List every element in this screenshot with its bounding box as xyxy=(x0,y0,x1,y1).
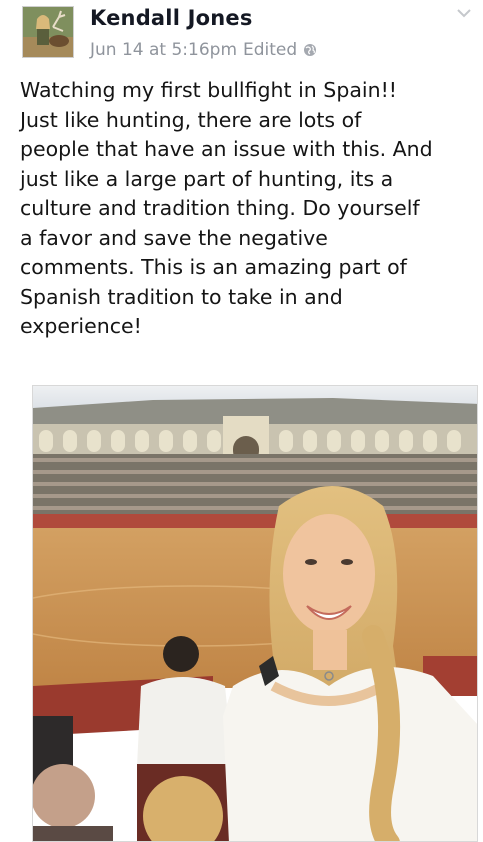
post-text: Watching my first bullfight in Spain!! J… xyxy=(20,78,433,338)
bullring-photo-image xyxy=(33,386,477,841)
facebook-post: Kendall Jones Jun 14 at 5:16pm Edited Wa… xyxy=(0,0,483,842)
profile-avatar[interactable] xyxy=(22,6,74,58)
post-photo[interactable] xyxy=(32,385,478,842)
avatar-image xyxy=(23,7,73,57)
edited-label[interactable]: Edited xyxy=(243,40,297,60)
chevron-down-icon[interactable] xyxy=(457,8,471,18)
post-meta: Jun 14 at 5:16pm Edited xyxy=(90,40,317,60)
globe-icon[interactable] xyxy=(303,43,317,57)
author-name[interactable]: Kendall Jones xyxy=(90,6,253,30)
post-timestamp[interactable]: Jun 14 at 5:16pm xyxy=(90,40,237,60)
